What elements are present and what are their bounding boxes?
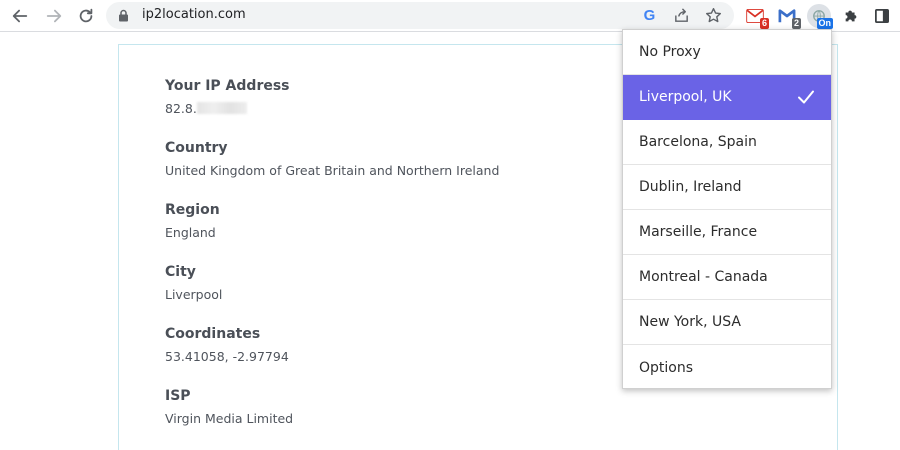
puzzle-icon: [845, 10, 857, 22]
redacted-ip-blur: [196, 102, 247, 114]
side-panel-button[interactable]: [870, 4, 894, 28]
extensions-menu-button[interactable]: [839, 4, 863, 28]
menu-item-label: New York, USA: [639, 314, 741, 330]
menu-item-montreal-canada[interactable]: Montreal - Canada: [623, 255, 831, 300]
field-value: Virgin Media Limited: [165, 411, 294, 426]
address-bar[interactable]: ip2location.com G: [106, 2, 734, 29]
menu-item-label: Options: [639, 359, 694, 376]
bookmark-button[interactable]: [705, 7, 722, 24]
google-lens-button[interactable]: G: [641, 7, 658, 24]
field-label: Country: [165, 140, 228, 156]
field-value: Liverpool: [165, 287, 223, 302]
proxy-dropdown-menu: No Proxy Liverpool, UK Barcelona, Spain …: [622, 29, 832, 389]
menu-item-label: Barcelona, Spain: [639, 134, 757, 150]
menu-item-options[interactable]: Options: [623, 345, 831, 390]
menu-item-label: Dublin, Ireland: [639, 179, 742, 195]
field-region: Region England: [165, 201, 220, 241]
share-icon: [675, 8, 688, 22]
lock-icon: [119, 9, 128, 22]
extension-2-badge: 2: [791, 18, 801, 29]
forward-arrow-icon: [46, 9, 62, 23]
browser-toolbar: ip2location.com G 6 2 On: [0, 0, 900, 32]
menu-item-label: Liverpool, UK: [639, 89, 732, 105]
gmail-extension-button[interactable]: 6: [743, 4, 769, 29]
reload-icon: [79, 8, 93, 23]
field-label: Coordinates: [165, 326, 261, 342]
field-value-row: 82.8.: [165, 101, 290, 117]
menu-item-no-proxy[interactable]: No Proxy: [623, 30, 831, 75]
menu-item-liverpool-uk[interactable]: Liverpool, UK: [623, 75, 831, 120]
extension-2-button[interactable]: 2: [775, 4, 801, 29]
back-button[interactable]: [8, 4, 32, 28]
field-isp: ISP Virgin Media Limited: [165, 387, 293, 427]
field-label: Your IP Address: [165, 78, 290, 94]
menu-item-label: Marseille, France: [639, 224, 758, 240]
url-text: ip2location.com: [142, 7, 246, 22]
check-icon: [798, 90, 814, 104]
menu-item-new-york-usa[interactable]: New York, USA: [623, 300, 831, 345]
field-value: England: [165, 225, 216, 240]
ip-address-value: 82.8.: [165, 101, 197, 116]
field-country: Country United Kingdom of Great Britain …: [165, 139, 499, 179]
back-arrow-icon: [12, 9, 28, 23]
field-label: ISP: [165, 388, 191, 404]
field-label: City: [165, 264, 196, 280]
menu-item-barcelona-spain[interactable]: Barcelona, Spain: [623, 120, 831, 165]
proxy-badge: On: [816, 18, 833, 29]
field-value: 53.41058, -2.97794: [165, 349, 289, 364]
menu-item-label: Montreal - Canada: [639, 269, 768, 285]
menu-item-dublin-ireland[interactable]: Dublin, Ireland: [623, 165, 831, 210]
share-button[interactable]: [673, 7, 690, 24]
menu-item-label: No Proxy: [639, 44, 701, 60]
field-city: City Liverpool: [165, 263, 222, 303]
field-value: United Kingdom of Great Britain and Nort…: [165, 163, 500, 178]
gmail-badge: 6: [759, 18, 769, 29]
side-panel-icon: [875, 9, 889, 23]
field-label: Region: [165, 202, 220, 218]
field-ip-address: Your IP Address 82.8.: [165, 77, 290, 117]
menu-item-marseille-france[interactable]: Marseille, France: [623, 210, 831, 255]
proxy-extension-button[interactable]: On: [807, 4, 833, 29]
star-icon: [705, 7, 722, 23]
google-icon: G: [643, 7, 656, 24]
field-coordinates: Coordinates 53.41058, -2.97794: [165, 325, 289, 365]
reload-button[interactable]: [74, 4, 98, 28]
forward-button[interactable]: [42, 4, 66, 28]
